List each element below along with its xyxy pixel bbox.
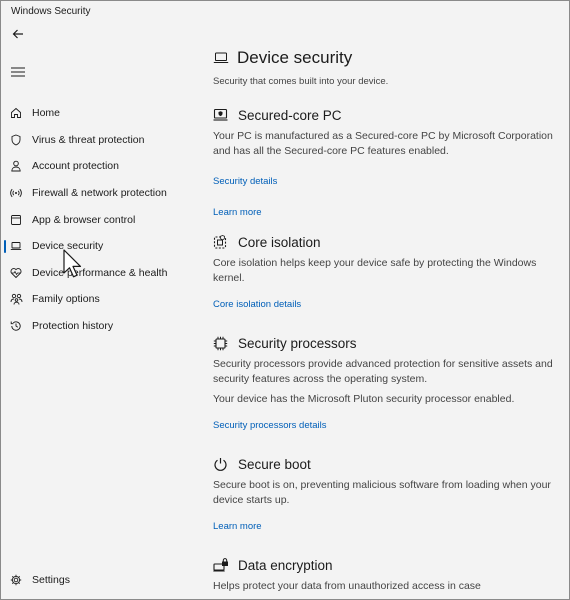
sidebar-item-family-options[interactable]: Family options — [1, 286, 191, 313]
person-icon — [9, 159, 23, 173]
sidebar-item-protection-history[interactable]: Protection history — [1, 313, 191, 340]
page-subtitle: Security that comes built into your devi… — [213, 76, 389, 87]
main-header: Device security Security that comes buil… — [213, 45, 563, 87]
settings-label: Settings — [32, 574, 70, 586]
sidebar-item-label: Home — [32, 107, 61, 120]
antenna-icon — [9, 186, 23, 200]
sidebar-item-home[interactable]: Home — [1, 100, 191, 127]
back-arrow-icon — [12, 29, 23, 39]
section-description: Your PC is manufactured as a Secured-cor… — [213, 130, 553, 157]
back-button[interactable] — [9, 25, 27, 43]
section-description: Helps protect your data from unauthorize… — [213, 580, 481, 592]
menu-button[interactable] — [9, 63, 27, 81]
sidebar-item-firewall-network-protection[interactable]: Firewall & network protection — [1, 180, 191, 207]
core-isolation-icon — [213, 234, 229, 250]
app-window-icon — [9, 213, 23, 227]
sidebar-item-account-protection[interactable]: Account protection — [1, 153, 191, 180]
section-title: Security processors — [238, 335, 357, 351]
section-title: Core isolation — [238, 234, 321, 250]
learn-more-link[interactable]: Learn more — [213, 207, 262, 218]
device-lock-icon — [213, 557, 229, 573]
history-icon — [9, 319, 23, 333]
shield-icon — [9, 133, 23, 147]
sidebar-item-label: Family options — [32, 293, 100, 306]
learn-more-link[interactable]: Learn more — [213, 521, 262, 532]
section-secured-core-pc: Secured-core PC Your PC is manufactured … — [213, 105, 563, 220]
sidebar-item-label: App & browser control — [32, 213, 136, 226]
sidebar-item-virus-threat-protection[interactable]: Virus & threat protection — [1, 127, 191, 154]
secured-core-pc-icon — [213, 107, 229, 123]
section-data-encryption: Data encryption Helps protect your data … — [213, 555, 563, 594]
laptop-icon — [9, 239, 23, 253]
section-title: Secured-core PC — [238, 107, 342, 123]
laptop-icon — [213, 49, 231, 67]
section-title: Data encryption — [238, 557, 333, 573]
security-processors-details-link[interactable]: Security processors details — [213, 420, 327, 431]
sidebar-item-label: Account protection — [32, 160, 119, 173]
window-title: Windows Security — [11, 6, 91, 17]
section-description: Core isolation helps keep your device sa… — [213, 257, 537, 284]
section-secure-boot: Secure boot Secure boot is on, preventin… — [213, 454, 563, 534]
processor-chip-icon — [213, 335, 229, 351]
sidebar-item-label: Device performance & health — [32, 266, 168, 279]
security-details-link[interactable]: Security details — [213, 176, 277, 187]
sidebar-item-device-performance-health[interactable]: Device performance & health — [1, 260, 191, 287]
page-title: Device security — [237, 48, 353, 67]
sidebar-item-label: Protection history — [32, 320, 114, 333]
hamburger-icon — [11, 67, 25, 77]
section-description: Security processors provide advanced pro… — [213, 358, 553, 385]
core-isolation-details-link[interactable]: Core isolation details — [213, 299, 301, 310]
section-security-processors: Security processors Security processors … — [213, 333, 563, 433]
gear-icon — [9, 573, 23, 587]
power-icon — [213, 456, 229, 472]
family-icon — [9, 292, 23, 306]
sidebar-item-label: Firewall & network protection — [32, 187, 167, 200]
section-core-isolation: Core isolation Core isolation helps keep… — [213, 232, 563, 312]
sidebar-nav: Home Virus & threat protection Account p… — [1, 100, 191, 339]
sidebar-item-device-security[interactable]: Device security — [1, 233, 191, 260]
app-window: Windows Security Home Virus & threat pro… — [0, 0, 570, 600]
sidebar-item-app-browser-control[interactable]: App & browser control — [1, 206, 191, 233]
section-status-text: Your device has the Microsoft Pluton sec… — [213, 393, 515, 405]
mouse-cursor-icon — [63, 249, 82, 278]
sidebar-item-label: Virus & threat protection — [32, 133, 145, 146]
heart-pulse-icon — [9, 266, 23, 280]
section-title: Secure boot — [238, 456, 311, 472]
sidebar-item-settings[interactable]: Settings — [1, 567, 191, 593]
home-icon — [9, 106, 23, 120]
section-description: Secure boot is on, preventing malicious … — [213, 479, 551, 506]
